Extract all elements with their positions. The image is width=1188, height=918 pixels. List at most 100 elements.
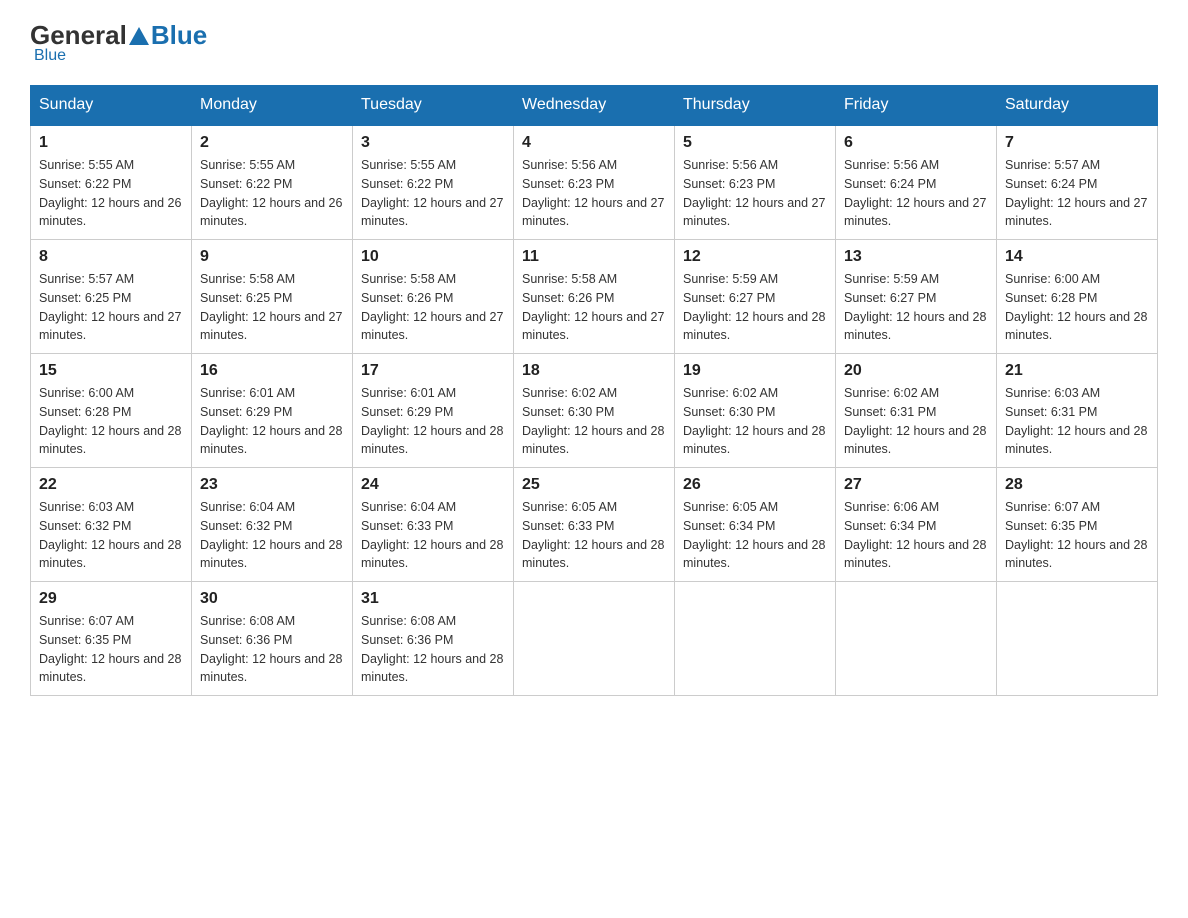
day-info: Sunrise: 6:03 AM Sunset: 6:32 PM Dayligh…: [39, 498, 183, 573]
day-info: Sunrise: 6:08 AM Sunset: 6:36 PM Dayligh…: [200, 612, 344, 687]
day-cell: 28 Sunrise: 6:07 AM Sunset: 6:35 PM Dayl…: [997, 468, 1158, 582]
day-info: Sunrise: 6:01 AM Sunset: 6:29 PM Dayligh…: [361, 384, 505, 459]
day-number: 8: [39, 248, 183, 266]
day-info: Sunrise: 5:55 AM Sunset: 6:22 PM Dayligh…: [361, 156, 505, 231]
day-number: 20: [844, 362, 988, 380]
day-cell: 21 Sunrise: 6:03 AM Sunset: 6:31 PM Dayl…: [997, 354, 1158, 468]
day-cell: 4 Sunrise: 5:56 AM Sunset: 6:23 PM Dayli…: [514, 125, 675, 240]
day-cell: 11 Sunrise: 5:58 AM Sunset: 6:26 PM Dayl…: [514, 240, 675, 354]
day-info: Sunrise: 6:03 AM Sunset: 6:31 PM Dayligh…: [1005, 384, 1149, 459]
day-cell: 13 Sunrise: 5:59 AM Sunset: 6:27 PM Dayl…: [836, 240, 997, 354]
day-info: Sunrise: 5:56 AM Sunset: 6:23 PM Dayligh…: [522, 156, 666, 231]
day-cell: 9 Sunrise: 5:58 AM Sunset: 6:25 PM Dayli…: [192, 240, 353, 354]
day-number: 31: [361, 590, 505, 608]
day-cell: 22 Sunrise: 6:03 AM Sunset: 6:32 PM Dayl…: [31, 468, 192, 582]
day-info: Sunrise: 6:04 AM Sunset: 6:33 PM Dayligh…: [361, 498, 505, 573]
day-info: Sunrise: 5:55 AM Sunset: 6:22 PM Dayligh…: [39, 156, 183, 231]
day-info: Sunrise: 6:06 AM Sunset: 6:34 PM Dayligh…: [844, 498, 988, 573]
day-info: Sunrise: 6:04 AM Sunset: 6:32 PM Dayligh…: [200, 498, 344, 573]
day-cell: 8 Sunrise: 5:57 AM Sunset: 6:25 PM Dayli…: [31, 240, 192, 354]
header: General Blue Blue: [30, 20, 1158, 65]
day-number: 3: [361, 134, 505, 152]
logo-triangle-icon: [129, 27, 149, 45]
day-number: 15: [39, 362, 183, 380]
day-cell: 12 Sunrise: 5:59 AM Sunset: 6:27 PM Dayl…: [675, 240, 836, 354]
day-cell: 3 Sunrise: 5:55 AM Sunset: 6:22 PM Dayli…: [353, 125, 514, 240]
day-number: 18: [522, 362, 666, 380]
header-cell-saturday: Saturday: [997, 86, 1158, 126]
day-cell: [675, 582, 836, 696]
week-row-1: 1 Sunrise: 5:55 AM Sunset: 6:22 PM Dayli…: [31, 125, 1158, 240]
day-number: 17: [361, 362, 505, 380]
day-info: Sunrise: 6:07 AM Sunset: 6:35 PM Dayligh…: [1005, 498, 1149, 573]
day-number: 23: [200, 476, 344, 494]
week-row-4: 22 Sunrise: 6:03 AM Sunset: 6:32 PM Dayl…: [31, 468, 1158, 582]
day-number: 1: [39, 134, 183, 152]
day-cell: 26 Sunrise: 6:05 AM Sunset: 6:34 PM Dayl…: [675, 468, 836, 582]
day-number: 19: [683, 362, 827, 380]
day-info: Sunrise: 6:02 AM Sunset: 6:31 PM Dayligh…: [844, 384, 988, 459]
day-number: 6: [844, 134, 988, 152]
day-cell: 23 Sunrise: 6:04 AM Sunset: 6:32 PM Dayl…: [192, 468, 353, 582]
calendar-table: SundayMondayTuesdayWednesdayThursdayFrid…: [30, 85, 1158, 696]
day-cell: [836, 582, 997, 696]
logo-blue-text: Blue: [151, 20, 207, 51]
day-info: Sunrise: 5:57 AM Sunset: 6:25 PM Dayligh…: [39, 270, 183, 345]
day-cell: 31 Sunrise: 6:08 AM Sunset: 6:36 PM Dayl…: [353, 582, 514, 696]
day-number: 22: [39, 476, 183, 494]
day-number: 21: [1005, 362, 1149, 380]
header-cell-wednesday: Wednesday: [514, 86, 675, 126]
day-info: Sunrise: 5:56 AM Sunset: 6:24 PM Dayligh…: [844, 156, 988, 231]
day-number: 30: [200, 590, 344, 608]
header-cell-tuesday: Tuesday: [353, 86, 514, 126]
day-info: Sunrise: 6:01 AM Sunset: 6:29 PM Dayligh…: [200, 384, 344, 459]
day-cell: 14 Sunrise: 6:00 AM Sunset: 6:28 PM Dayl…: [997, 240, 1158, 354]
day-info: Sunrise: 6:00 AM Sunset: 6:28 PM Dayligh…: [1005, 270, 1149, 345]
day-number: 14: [1005, 248, 1149, 266]
day-info: Sunrise: 5:58 AM Sunset: 6:26 PM Dayligh…: [361, 270, 505, 345]
day-cell: 6 Sunrise: 5:56 AM Sunset: 6:24 PM Dayli…: [836, 125, 997, 240]
week-row-2: 8 Sunrise: 5:57 AM Sunset: 6:25 PM Dayli…: [31, 240, 1158, 354]
day-number: 12: [683, 248, 827, 266]
day-number: 16: [200, 362, 344, 380]
day-number: 10: [361, 248, 505, 266]
day-info: Sunrise: 5:57 AM Sunset: 6:24 PM Dayligh…: [1005, 156, 1149, 231]
day-info: Sunrise: 5:59 AM Sunset: 6:27 PM Dayligh…: [844, 270, 988, 345]
day-info: Sunrise: 5:58 AM Sunset: 6:26 PM Dayligh…: [522, 270, 666, 345]
day-number: 7: [1005, 134, 1149, 152]
day-cell: 1 Sunrise: 5:55 AM Sunset: 6:22 PM Dayli…: [31, 125, 192, 240]
day-cell: 5 Sunrise: 5:56 AM Sunset: 6:23 PM Dayli…: [675, 125, 836, 240]
day-cell: 15 Sunrise: 6:00 AM Sunset: 6:28 PM Dayl…: [31, 354, 192, 468]
day-cell: 18 Sunrise: 6:02 AM Sunset: 6:30 PM Dayl…: [514, 354, 675, 468]
day-number: 26: [683, 476, 827, 494]
day-info: Sunrise: 6:02 AM Sunset: 6:30 PM Dayligh…: [522, 384, 666, 459]
day-number: 11: [522, 248, 666, 266]
day-info: Sunrise: 5:55 AM Sunset: 6:22 PM Dayligh…: [200, 156, 344, 231]
day-info: Sunrise: 6:05 AM Sunset: 6:34 PM Dayligh…: [683, 498, 827, 573]
day-info: Sunrise: 6:07 AM Sunset: 6:35 PM Dayligh…: [39, 612, 183, 687]
day-info: Sunrise: 6:08 AM Sunset: 6:36 PM Dayligh…: [361, 612, 505, 687]
week-row-5: 29 Sunrise: 6:07 AM Sunset: 6:35 PM Dayl…: [31, 582, 1158, 696]
day-cell: 7 Sunrise: 5:57 AM Sunset: 6:24 PM Dayli…: [997, 125, 1158, 240]
day-number: 25: [522, 476, 666, 494]
day-cell: 10 Sunrise: 5:58 AM Sunset: 6:26 PM Dayl…: [353, 240, 514, 354]
header-cell-friday: Friday: [836, 86, 997, 126]
day-cell: 25 Sunrise: 6:05 AM Sunset: 6:33 PM Dayl…: [514, 468, 675, 582]
day-number: 27: [844, 476, 988, 494]
day-cell: 29 Sunrise: 6:07 AM Sunset: 6:35 PM Dayl…: [31, 582, 192, 696]
day-info: Sunrise: 5:58 AM Sunset: 6:25 PM Dayligh…: [200, 270, 344, 345]
week-row-3: 15 Sunrise: 6:00 AM Sunset: 6:28 PM Dayl…: [31, 354, 1158, 468]
day-info: Sunrise: 5:59 AM Sunset: 6:27 PM Dayligh…: [683, 270, 827, 345]
day-number: 5: [683, 134, 827, 152]
day-cell: 17 Sunrise: 6:01 AM Sunset: 6:29 PM Dayl…: [353, 354, 514, 468]
day-info: Sunrise: 6:02 AM Sunset: 6:30 PM Dayligh…: [683, 384, 827, 459]
header-row: SundayMondayTuesdayWednesdayThursdayFrid…: [31, 86, 1158, 126]
day-number: 4: [522, 134, 666, 152]
day-info: Sunrise: 6:00 AM Sunset: 6:28 PM Dayligh…: [39, 384, 183, 459]
day-number: 29: [39, 590, 183, 608]
day-number: 2: [200, 134, 344, 152]
day-info: Sunrise: 5:56 AM Sunset: 6:23 PM Dayligh…: [683, 156, 827, 231]
logo-underline: Blue: [34, 47, 66, 65]
day-cell: 24 Sunrise: 6:04 AM Sunset: 6:33 PM Dayl…: [353, 468, 514, 582]
header-cell-sunday: Sunday: [31, 86, 192, 126]
